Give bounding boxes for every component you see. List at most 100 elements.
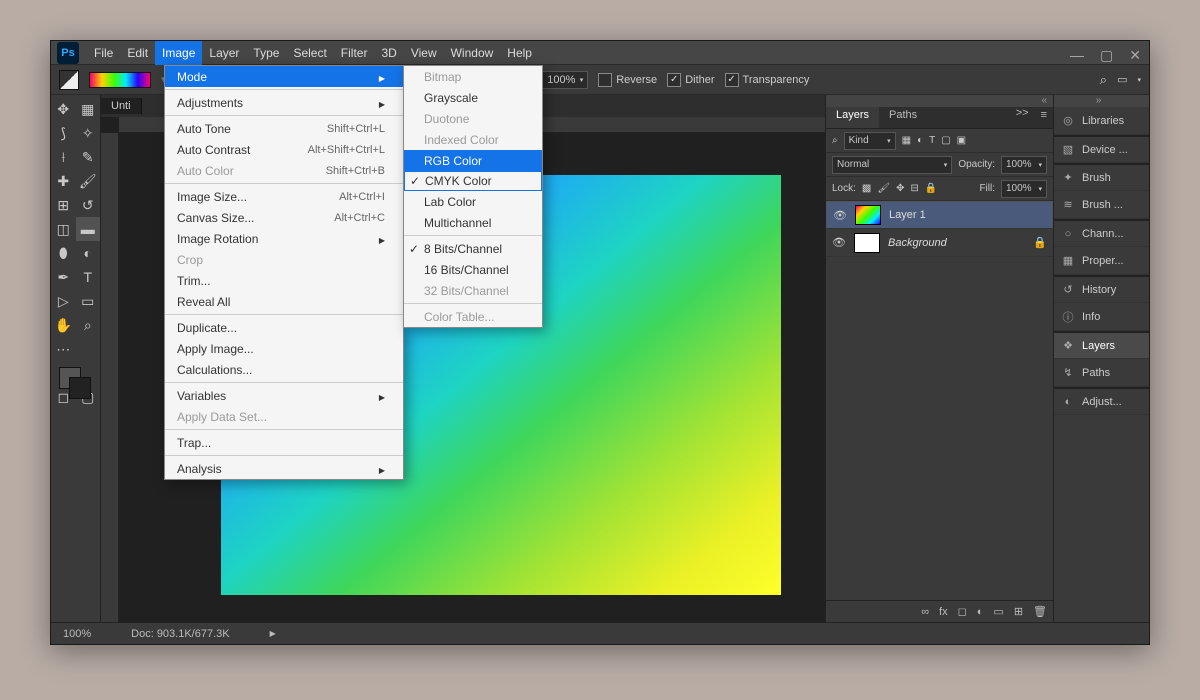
mode--bits-channel[interactable]: 16 Bits/Channel: [404, 259, 542, 280]
menuitem-calculations-[interactable]: Calculations...: [165, 359, 403, 380]
marquee-tool-icon[interactable]: ▦: [76, 97, 101, 121]
side-libraries[interactable]: ◎Libraries: [1054, 107, 1149, 135]
menu-image[interactable]: Image: [155, 41, 202, 65]
panel-more-icon[interactable]: >>: [1010, 107, 1035, 128]
mode-grayscale[interactable]: Grayscale: [404, 87, 542, 108]
dither-checkbox[interactable]: Dither: [667, 73, 714, 87]
layer-row[interactable]: 👁Layer 1: [826, 201, 1053, 229]
fill-adj-icon[interactable]: ◐: [977, 606, 984, 618]
lock-paint-icon[interactable]: 🖌: [877, 183, 890, 194]
link-icon[interactable]: ∞: [921, 606, 929, 618]
hand-tool-icon[interactable]: ✋: [51, 313, 76, 337]
type-tool-icon[interactable]: T: [76, 265, 101, 289]
menuitem-trim-[interactable]: Trim...: [165, 270, 403, 291]
transparency-checkbox[interactable]: Transparency: [725, 73, 810, 87]
tab-paths[interactable]: Paths: [879, 107, 927, 128]
side-info[interactable]: ⓘInfo: [1054, 303, 1149, 331]
menu-filter[interactable]: Filter: [334, 41, 375, 65]
side-device-[interactable]: ▧Device ...: [1054, 135, 1149, 163]
healing-tool-icon[interactable]: ✚: [51, 169, 76, 193]
blur-tool-icon[interactable]: ⬮: [51, 241, 76, 265]
adjust-filter-icon[interactable]: ◐: [917, 135, 923, 146]
blend-select[interactable]: Normal▾: [832, 156, 952, 174]
shape-filter-icon[interactable]: ▢: [941, 135, 950, 146]
lock-trans-icon[interactable]: ▩: [862, 183, 871, 194]
reverse-checkbox[interactable]: Reverse: [598, 73, 657, 87]
zoom-value[interactable]: 100%: [63, 628, 91, 640]
tool-preset-icon[interactable]: [59, 70, 79, 90]
menu-select[interactable]: Select: [286, 41, 333, 65]
lock-nest-icon[interactable]: ⊟: [910, 183, 918, 194]
panel-menu-icon[interactable]: ≡: [1035, 107, 1053, 128]
mode-multichannel[interactable]: Multichannel: [404, 212, 542, 233]
side-brush[interactable]: ✦Brush: [1054, 163, 1149, 191]
menuitem-mode[interactable]: Mode: [165, 66, 403, 87]
history-brush-icon[interactable]: ↺: [76, 193, 101, 217]
zoom-tool-icon[interactable]: ⌕: [76, 313, 101, 337]
color-swatches[interactable]: [51, 361, 100, 409]
close-icon[interactable]: ✕: [1129, 47, 1141, 64]
mode-cmyk-color[interactable]: CMYK Color: [404, 171, 542, 191]
menuitem-auto-tone[interactable]: Auto ToneShift+Ctrl+L: [165, 118, 403, 139]
filter-select[interactable]: Kind▾: [844, 132, 896, 150]
lock-all-icon[interactable]: 🔒: [925, 183, 937, 194]
dodge-tool-icon[interactable]: ◐: [76, 241, 101, 265]
mode-rgb-color[interactable]: RGB Color: [404, 150, 542, 171]
brush-tool-icon[interactable]: 🖌: [76, 169, 101, 193]
gradient-preview[interactable]: [89, 72, 151, 88]
lock-pos-icon[interactable]: ✥: [896, 183, 904, 194]
mode--bits-channel[interactable]: 8 Bits/Channel: [404, 238, 542, 259]
side-paths[interactable]: ↯Paths: [1054, 359, 1149, 387]
collapse-icon[interactable]: «: [826, 95, 1053, 107]
menuitem-image-size-[interactable]: Image Size...Alt+Ctrl+I: [165, 186, 403, 207]
menu-window[interactable]: Window: [444, 41, 501, 65]
menuitem-image-rotation[interactable]: Image Rotation: [165, 228, 403, 249]
menu-type[interactable]: Type: [246, 41, 286, 65]
shape-tool-icon[interactable]: ▭: [76, 289, 101, 313]
visibility-icon[interactable]: 👁: [832, 236, 846, 249]
menu-layer[interactable]: Layer: [202, 41, 246, 65]
menuitem-adjustments[interactable]: Adjustments: [165, 92, 403, 113]
wand-tool-icon[interactable]: ✧: [76, 121, 101, 145]
layer-opacity-field[interactable]: 100%▾: [1001, 156, 1047, 174]
menu-file[interactable]: File: [87, 41, 120, 65]
new-layer-icon[interactable]: ⊞: [1014, 605, 1023, 618]
side-adjust-[interactable]: ◐Adjust...: [1054, 387, 1149, 415]
menuitem-auto-contrast[interactable]: Auto ContrastAlt+Shift+Ctrl+L: [165, 139, 403, 160]
side-layers[interactable]: ❖Layers: [1054, 331, 1149, 359]
side-history[interactable]: ↺History: [1054, 275, 1149, 303]
menuitem-trap-[interactable]: Trap...: [165, 432, 403, 453]
collapse-icon[interactable]: »: [1054, 95, 1149, 107]
smart-filter-icon[interactable]: ▣: [957, 135, 966, 146]
eyedropper-tool-icon[interactable]: ✎: [76, 145, 101, 169]
eraser-tool-icon[interactable]: ◫: [51, 217, 76, 241]
pixel-filter-icon[interactable]: ▦: [902, 135, 911, 146]
trash-icon[interactable]: 🗑: [1033, 605, 1047, 618]
type-filter-icon[interactable]: T: [929, 135, 935, 146]
side-chann-[interactable]: ○Chann...: [1054, 219, 1149, 247]
menuitem-duplicate-[interactable]: Duplicate...: [165, 317, 403, 338]
maximize-icon[interactable]: ▢: [1100, 47, 1113, 64]
gradient-tool-icon[interactable]: ▬: [76, 217, 101, 241]
mode-lab-color[interactable]: Lab Color: [404, 191, 542, 212]
stamp-tool-icon[interactable]: ⊞: [51, 193, 76, 217]
search-icon[interactable]: ⌕: [1100, 72, 1107, 88]
minimize-icon[interactable]: —: [1070, 47, 1084, 64]
crop-tool-icon[interactable]: ⟊: [51, 145, 76, 169]
fill-field[interactable]: 100%▾: [1001, 180, 1047, 198]
menuitem-reveal-all[interactable]: Reveal All: [165, 291, 403, 312]
fx-icon[interactable]: fx: [939, 606, 948, 618]
menuitem-variables[interactable]: Variables: [165, 385, 403, 406]
mask-icon[interactable]: ◻: [958, 605, 967, 618]
menuitem-apply-image-[interactable]: Apply Image...: [165, 338, 403, 359]
lasso-tool-icon[interactable]: ⟆: [51, 121, 76, 145]
menu-3d[interactable]: 3D: [374, 41, 403, 65]
document-tab[interactable]: Unti: [101, 98, 142, 114]
opacity-field[interactable]: 100%▾: [542, 71, 588, 89]
workspace-icon[interactable]: ▭: [1117, 73, 1127, 86]
menuitem-analysis[interactable]: Analysis: [165, 458, 403, 479]
group-icon[interactable]: ▭: [993, 605, 1003, 618]
menu-edit[interactable]: Edit: [120, 41, 155, 65]
tab-layers[interactable]: Layers: [826, 107, 879, 128]
menuitem-canvas-size-[interactable]: Canvas Size...Alt+Ctrl+C: [165, 207, 403, 228]
